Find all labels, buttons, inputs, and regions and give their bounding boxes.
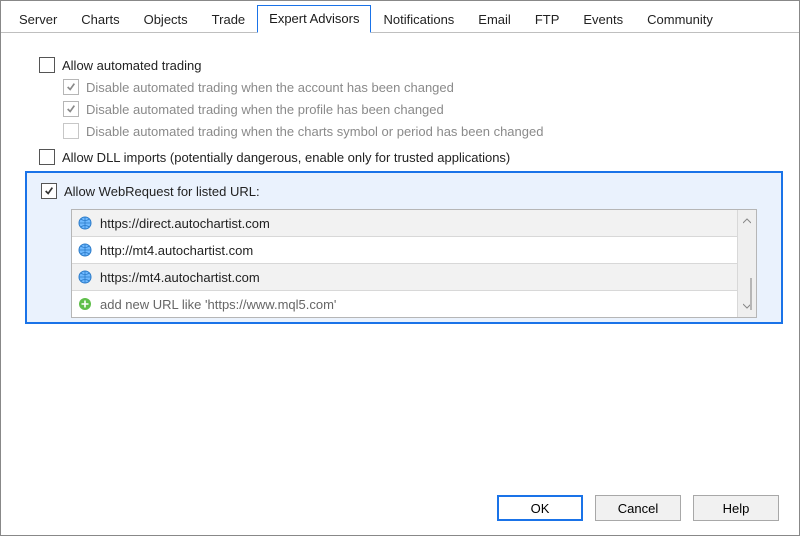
label-allow-webrequest: Allow WebRequest for listed URL:: [64, 184, 260, 199]
url-text: http://mt4.autochartist.com: [100, 243, 253, 258]
tab-community[interactable]: Community: [635, 6, 725, 33]
plus-icon: [78, 297, 92, 311]
checkbox-disable-on-profile[interactable]: [63, 101, 79, 117]
label-disable-on-symbol: Disable automated trading when the chart…: [86, 124, 543, 139]
options-dialog: Server Charts Objects Trade Expert Advis…: [0, 0, 800, 536]
help-button[interactable]: Help: [693, 495, 779, 521]
tab-panel-expert-advisors: Allow automated trading Disable automate…: [1, 33, 799, 394]
url-text: https://direct.autochartist.com: [100, 216, 270, 231]
tab-objects[interactable]: Objects: [132, 6, 200, 33]
tab-ftp[interactable]: FTP: [523, 6, 572, 33]
checkbox-disable-on-symbol[interactable]: [63, 123, 79, 139]
tab-trade[interactable]: Trade: [200, 6, 257, 33]
scrollbar[interactable]: [737, 210, 756, 317]
url-item[interactable]: https://mt4.autochartist.com: [72, 264, 737, 291]
globe-icon: [78, 270, 92, 284]
scroll-down-icon[interactable]: [738, 295, 756, 317]
label-allow-dll: Allow DLL imports (potentially dangerous…: [62, 150, 510, 165]
globe-icon: [78, 243, 92, 257]
label-disable-on-profile: Disable automated trading when the profi…: [86, 102, 444, 117]
tab-email[interactable]: Email: [466, 6, 523, 33]
tab-server[interactable]: Server: [7, 6, 69, 33]
tab-strip: Server Charts Objects Trade Expert Advis…: [1, 1, 799, 33]
label-disable-on-account: Disable automated trading when the accou…: [86, 80, 454, 95]
label-allow-auto-trading: Allow automated trading: [62, 58, 201, 73]
ok-button[interactable]: OK: [497, 495, 583, 521]
tab-expert-advisors[interactable]: Expert Advisors: [257, 5, 371, 33]
url-add-row[interactable]: add new URL like 'https://www.mql5.com': [72, 291, 737, 317]
tab-notifications[interactable]: Notifications: [371, 6, 466, 33]
checkbox-allow-dll[interactable]: [39, 149, 55, 165]
checkbox-allow-webrequest[interactable]: [41, 183, 57, 199]
url-item[interactable]: https://direct.autochartist.com: [72, 210, 737, 237]
dialog-buttons: OK Cancel Help: [497, 495, 779, 521]
scroll-thumb[interactable]: [750, 278, 752, 310]
checkbox-allow-auto-trading[interactable]: [39, 57, 55, 73]
checkbox-disable-on-account[interactable]: [63, 79, 79, 95]
url-listbox[interactable]: https://direct.autochartist.com http://m…: [71, 209, 757, 318]
scroll-up-icon[interactable]: [738, 210, 756, 232]
webrequest-section: Allow WebRequest for listed URL: https:/…: [25, 171, 783, 324]
url-add-placeholder: add new URL like 'https://www.mql5.com': [100, 297, 336, 312]
cancel-button[interactable]: Cancel: [595, 495, 681, 521]
tab-charts[interactable]: Charts: [69, 6, 131, 33]
globe-icon: [78, 216, 92, 230]
tab-events[interactable]: Events: [571, 6, 635, 33]
url-text: https://mt4.autochartist.com: [100, 270, 260, 285]
url-item[interactable]: http://mt4.autochartist.com: [72, 237, 737, 264]
